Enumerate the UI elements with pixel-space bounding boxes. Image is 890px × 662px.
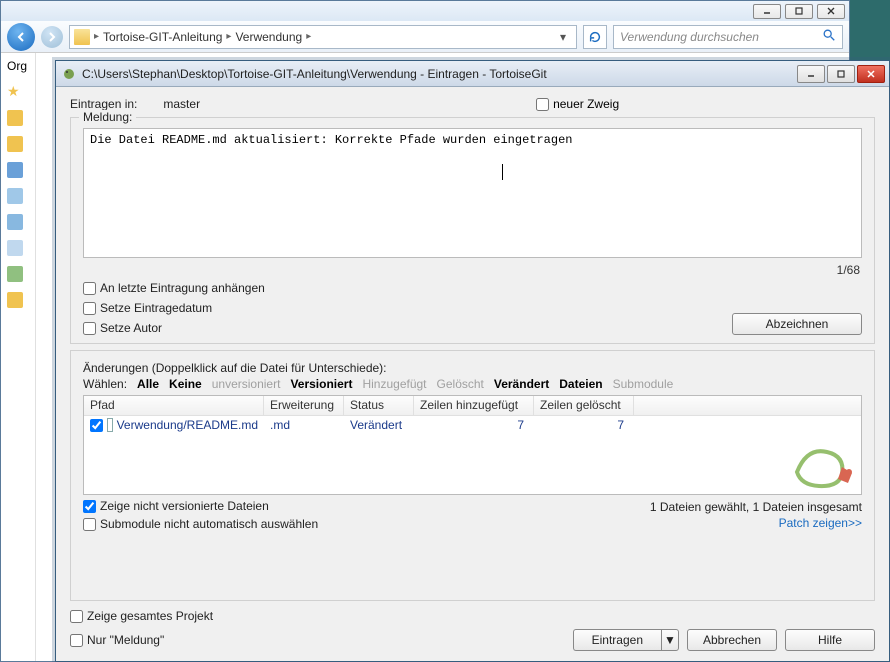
file-list[interactable]: Pfad Erweiterung Status Zeilen hinzugefü…	[83, 395, 862, 495]
file-path: Verwendung/README.md	[117, 418, 258, 432]
show-unversioned-label: Zeige nicht versionierte Dateien	[100, 499, 269, 513]
file-lines-added: 7	[414, 418, 534, 432]
col-ext[interactable]: Erweiterung	[264, 396, 344, 415]
folder-icon	[7, 136, 23, 152]
file-icon	[107, 418, 113, 432]
explorer-minimize-button[interactable]	[753, 4, 781, 19]
message-group: Meldung: 1/68 An letzte Eintragung anhän…	[70, 117, 875, 344]
refresh-button[interactable]	[583, 25, 607, 49]
cancel-button[interactable]: Abbrechen	[687, 629, 777, 651]
filter-none[interactable]: Keine	[169, 377, 202, 391]
amend-label: An letzte Eintragung anhängen	[100, 281, 265, 295]
folder-icon	[7, 188, 23, 204]
file-status: Verändert	[344, 418, 414, 432]
col-lines-deleted[interactable]: Zeilen gelöscht	[534, 396, 634, 415]
nav-forward-button[interactable]	[41, 26, 63, 48]
only-message-checkbox[interactable]	[70, 634, 83, 647]
folder-icon	[7, 292, 23, 308]
chevron-right-icon: ▸	[226, 31, 231, 42]
explorer-sidebar: Org ★	[1, 53, 36, 661]
col-path[interactable]: Pfad	[84, 396, 264, 415]
file-ext: .md	[264, 418, 344, 432]
explorer-maximize-button[interactable]	[785, 4, 813, 19]
file-row[interactable]: Verwendung/README.md .md Verändert 7 7	[84, 416, 861, 434]
col-status[interactable]: Status	[344, 396, 414, 415]
filter-deleted: Gelöscht	[437, 377, 484, 391]
commit-button[interactable]: Eintragen	[573, 629, 661, 651]
file-list-header: Pfad Erweiterung Status Zeilen hinzugefü…	[84, 396, 861, 416]
filter-modified[interactable]: Verändert	[494, 377, 549, 391]
message-group-label: Meldung:	[79, 110, 136, 124]
show-patch-link[interactable]: Patch zeigen>>	[650, 516, 862, 530]
only-message-label: Nur "Meldung"	[87, 633, 164, 647]
dialog-titlebar[interactable]: C:\Users\Stephan\Desktop\Tortoise-GIT-An…	[56, 61, 889, 87]
explorer-titlebar	[1, 1, 849, 21]
search-input[interactable]: Verwendung durchsuchen	[613, 25, 843, 49]
folder-icon	[7, 162, 23, 178]
changes-description: Änderungen (Doppelklick auf die Datei fü…	[83, 361, 862, 375]
filter-unversioned: unversioniert	[212, 377, 281, 391]
explorer-close-button[interactable]	[817, 4, 845, 19]
file-lines-deleted: 7	[534, 418, 634, 432]
filter-versioned[interactable]: Versioniert	[290, 377, 352, 391]
tortoisegit-icon	[62, 67, 76, 81]
no-auto-submodule-checkbox[interactable]	[83, 518, 96, 531]
filter-all[interactable]: Alle	[137, 377, 159, 391]
show-whole-project-checkbox[interactable]	[70, 610, 83, 623]
filter-row: Wählen: Alle Keine unversioniert Version…	[83, 377, 862, 391]
breadcrumb-part[interactable]: Tortoise-GIT-Anleitung	[103, 30, 222, 44]
breadcrumb[interactable]: ▸ Tortoise-GIT-Anleitung ▸ Verwendung ▸ …	[69, 25, 577, 49]
nav-back-button[interactable]	[7, 23, 35, 51]
commit-message-input[interactable]	[83, 128, 862, 258]
set-author-checkbox[interactable]	[83, 322, 96, 335]
dialog-title: C:\Users\Stephan\Desktop\Tortoise-GIT-An…	[82, 67, 791, 81]
drive-icon	[7, 214, 23, 230]
show-unversioned-checkbox[interactable]	[83, 500, 96, 513]
filter-files[interactable]: Dateien	[559, 377, 602, 391]
dialog-close-button[interactable]	[857, 65, 885, 83]
breadcrumb-part[interactable]: Verwendung	[235, 30, 302, 44]
amend-checkbox[interactable]	[83, 282, 96, 295]
message-counter: 1/68	[83, 261, 862, 281]
filter-submodule: Submodule	[613, 377, 674, 391]
favorites-icon: ★	[7, 83, 20, 100]
tortoisegit-watermark-icon	[787, 432, 859, 492]
dialog-maximize-button[interactable]	[827, 65, 855, 83]
computer-icon	[7, 240, 23, 256]
commit-to-label: Eintragen in:	[70, 97, 137, 111]
filter-added: Hinzugefügt	[362, 377, 426, 391]
commit-dialog: C:\Users\Stephan\Desktop\Tortoise-GIT-An…	[55, 60, 890, 662]
commit-button-dropdown[interactable]: ▼	[661, 629, 679, 651]
no-auto-submodule-label: Submodule nicht automatisch auswählen	[100, 517, 318, 531]
chevron-right-icon: ▸	[94, 31, 99, 42]
set-author-label: Setze Autor	[100, 321, 162, 335]
changes-group: Änderungen (Doppelklick auf die Datei fü…	[70, 350, 875, 601]
status-count: 1 Dateien gewählt, 1 Dateien insgesamt	[650, 500, 862, 514]
network-icon	[7, 266, 23, 282]
show-whole-project-label: Zeige gesamtes Projekt	[87, 609, 213, 623]
file-row-checkbox[interactable]	[90, 419, 103, 432]
new-branch-checkbox[interactable]	[536, 98, 549, 111]
help-button[interactable]: Hilfe	[785, 629, 875, 651]
dialog-minimize-button[interactable]	[797, 65, 825, 83]
search-placeholder: Verwendung durchsuchen	[620, 30, 759, 44]
new-branch-label: neuer Zweig	[553, 97, 619, 111]
search-icon	[822, 28, 836, 45]
explorer-nav: ▸ Tortoise-GIT-Anleitung ▸ Verwendung ▸ …	[1, 21, 849, 53]
filter-select-label: Wählen:	[83, 377, 127, 391]
col-lines-added[interactable]: Zeilen hinzugefügt	[414, 396, 534, 415]
breadcrumb-dropdown-icon[interactable]: ▾	[554, 30, 572, 44]
branch-name: master	[163, 97, 200, 111]
set-date-checkbox[interactable]	[83, 302, 96, 315]
chevron-right-icon: ▸	[306, 31, 311, 42]
set-date-label: Setze Eintragedatum	[100, 301, 212, 315]
folder-icon	[74, 29, 90, 45]
signoff-button[interactable]: Abzeichnen	[732, 313, 862, 335]
sidebar-label: Org	[7, 59, 27, 73]
folder-icon	[7, 110, 23, 126]
